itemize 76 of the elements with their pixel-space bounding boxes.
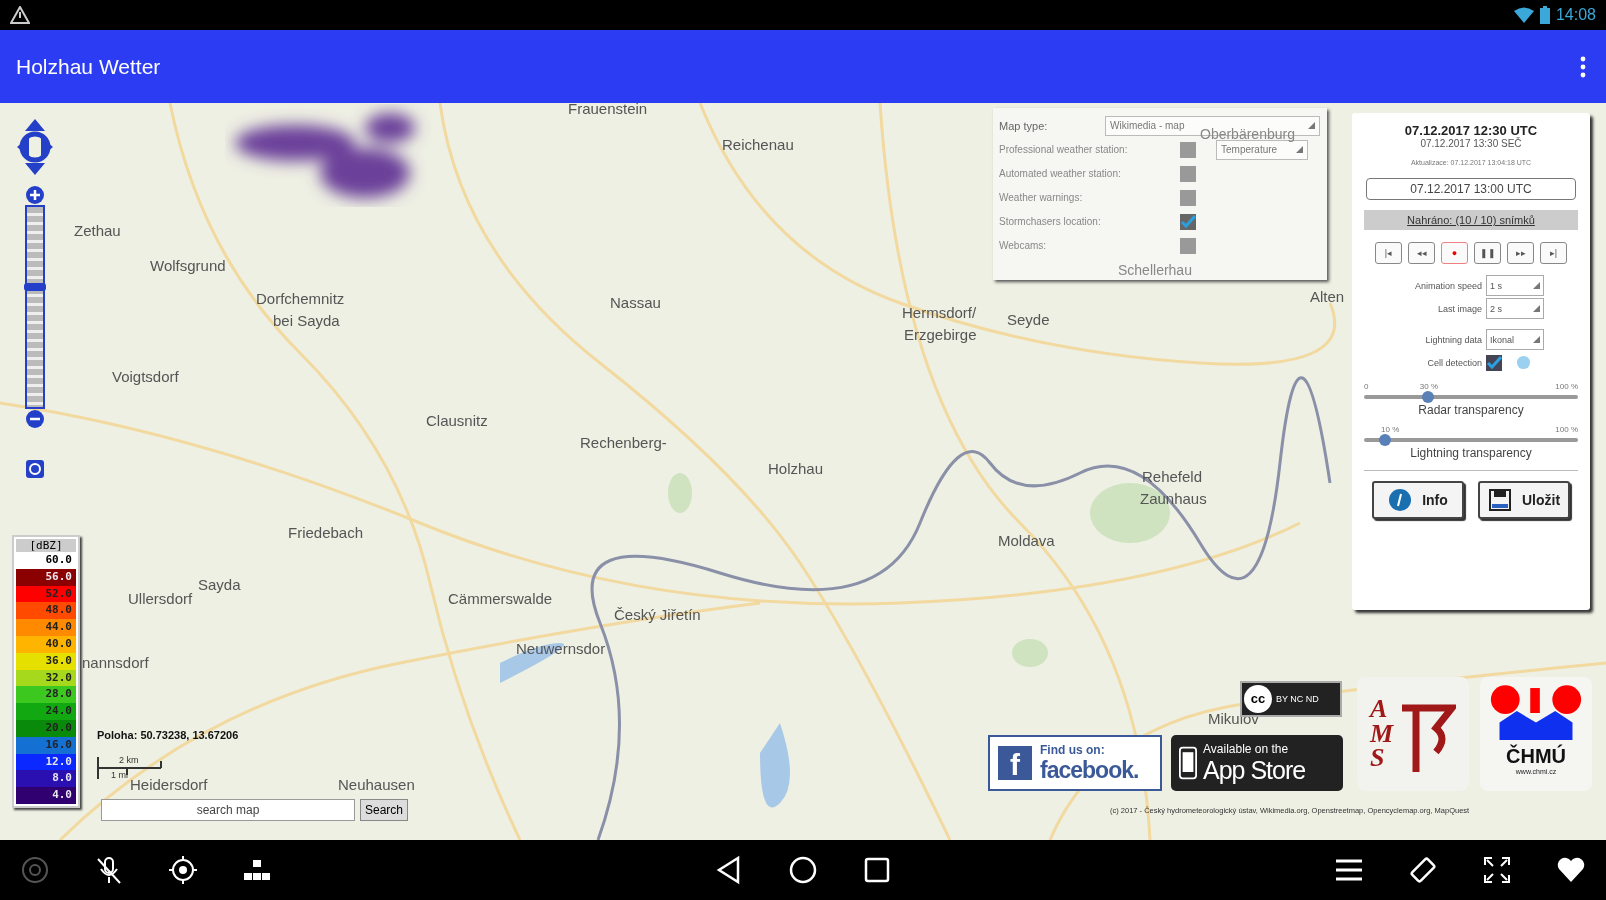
place-label: Heidersdorf (130, 776, 208, 793)
place-label: Nassau (610, 294, 661, 311)
playback-button[interactable]: ▸▸ (1507, 242, 1534, 264)
legend-value: 44.0 (16, 619, 76, 636)
place-label: Hermsdorf/ (902, 304, 977, 321)
app-store-badge[interactable]: Available on the App Store (1171, 735, 1343, 791)
slider-reading: 30 % (1419, 382, 1439, 391)
position-text: Poloha: 50.73238, 13.67206 (97, 729, 239, 741)
setting-label: Animation speed (1413, 280, 1482, 291)
slider-label: Lightning transparency (1409, 446, 1533, 460)
legend-value: 24.0 (16, 703, 76, 720)
radar-local-time: 07.12.2017 13:30 SEČ (1420, 138, 1522, 149)
place-label: Moldava (998, 532, 1055, 549)
setting-dropdown[interactable]: Ikonal (1486, 329, 1544, 350)
slider-max-label: 100 % (1555, 425, 1578, 434)
place-label: Neuhausen (338, 776, 415, 793)
playback-button[interactable]: ◂◂ (1408, 242, 1435, 264)
clock: 14:08 (1555, 6, 1596, 24)
legend-value: 28.0 (16, 686, 76, 704)
place-label: Sayda (198, 576, 241, 593)
save-button[interactable]: Uložit (1478, 481, 1570, 519)
place-label: Wolfsgrund (150, 257, 226, 274)
layer-label: Automated weather station: (999, 168, 1122, 179)
slider-label: Radar transparency (1417, 403, 1525, 417)
layer-label: Weather warnings: (999, 192, 1084, 203)
slider-min-label: 0 (1364, 382, 1369, 391)
playback-button[interactable]: ❚❚ (1474, 242, 1501, 264)
setting-label: Last image (1436, 303, 1482, 314)
app-title: Holzhau Wetter (16, 54, 161, 79)
place-label: Friedebach (288, 524, 364, 541)
legend-value: 4.0 (16, 787, 76, 804)
radar-time: 07.12.2017 12:30 UTC (1404, 123, 1538, 138)
loaded-frames-button[interactable]: Nahráno: (10 / 10) snímků (1364, 210, 1578, 230)
place-label: Dorfchemnitz (256, 290, 345, 307)
playback-button[interactable]: ▸| (1540, 242, 1567, 264)
playback-button[interactable]: ● (1441, 242, 1468, 264)
search-button[interactable]: Search (360, 799, 409, 821)
place-label: Clausnitz (426, 412, 488, 429)
license-badge: cc BY NC ND (1240, 681, 1342, 717)
place-label: Cämmerswalde (448, 590, 553, 607)
place-label: Český Jiřetín (614, 606, 701, 623)
place-label: Erzgebirge (904, 326, 977, 343)
legend-value: 48.0 (16, 602, 76, 620)
place-label: Schellerhau (1118, 262, 1192, 278)
place-label: Rehefeld (1142, 468, 1203, 485)
map-type-label: Map type: (999, 119, 1049, 132)
layer-label: Stormchasers location: (999, 216, 1102, 227)
place-label: Holzhau (768, 460, 824, 477)
scale-label: 2 km (119, 755, 139, 765)
playback-button[interactable]: |◂ (1375, 242, 1402, 264)
place-label: Rechenberg- (580, 434, 667, 451)
setting-dropdown[interactable]: 2 s (1486, 298, 1544, 319)
legend-unit: [dBZ] (16, 539, 76, 552)
slider-reading: 10 % (1381, 425, 1400, 434)
place-label: Ullersdorf (128, 590, 193, 607)
place-label: Voigtsdorf (112, 368, 179, 385)
place-label: Frauenstein (568, 103, 648, 117)
layer-label: Professional weather station: (999, 144, 1129, 155)
place-label: Reichenau (722, 136, 794, 153)
legend-value: 8.0 (16, 770, 76, 788)
setting-label: Lightning data (1424, 334, 1482, 345)
place-label: Zethau (74, 222, 121, 239)
slider-max-label: 100 % (1555, 382, 1578, 391)
ams-logo: AMS (1357, 677, 1469, 791)
place-label: bei Sayda (273, 312, 340, 329)
place-label: Seyde (1007, 311, 1050, 328)
info-button[interactable]: Info (1372, 481, 1464, 519)
place-label: Alten (1310, 288, 1345, 305)
setting-label: Cell detection (1426, 357, 1482, 368)
setting-dropdown[interactable]: 1 s (1486, 275, 1544, 296)
place-label: nannsdorf (82, 654, 149, 671)
current-frame-field[interactable]: 07.12.2017 13:00 UTC (1366, 178, 1576, 200)
scale-label: 1 mi (111, 770, 128, 780)
layer-label: Webcams: (999, 240, 1048, 251)
place-label: Neuwernsdor (516, 640, 606, 657)
search-field[interactable]: search map (101, 799, 355, 821)
